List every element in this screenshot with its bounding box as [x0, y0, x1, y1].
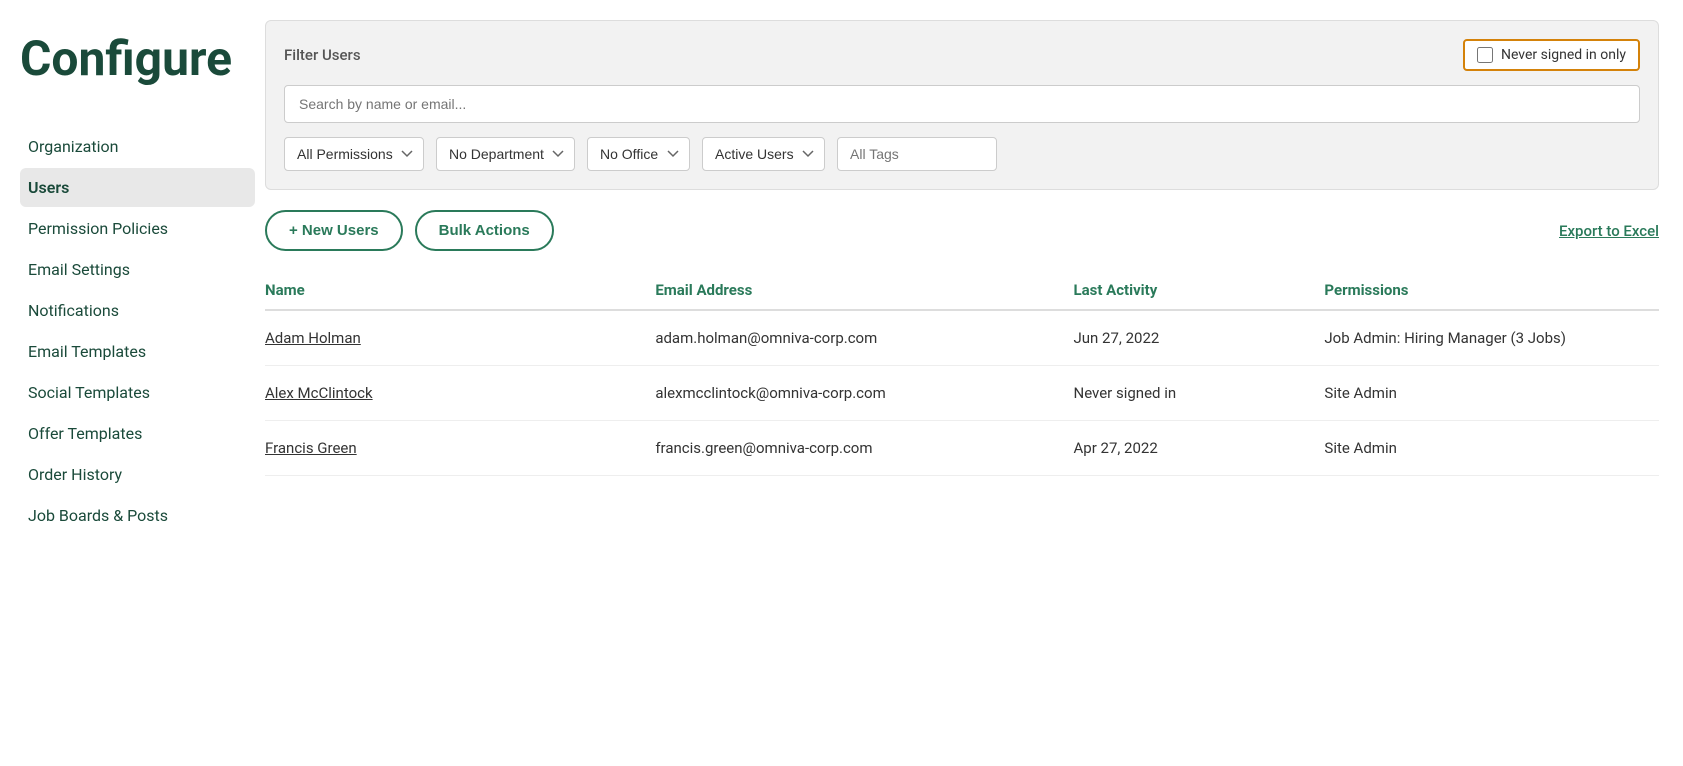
sidebar-item-organization[interactable]: Organization	[20, 127, 255, 166]
search-input[interactable]	[284, 85, 1640, 123]
cell-activity: Apr 27, 2022	[1074, 421, 1325, 476]
user-name-link[interactable]: Adam Holman	[265, 329, 361, 347]
tags-row	[837, 137, 997, 171]
sidebar-item-email-templates[interactable]: Email Templates	[20, 332, 255, 371]
sidebar-item-job-boards[interactable]: Job Boards & Posts	[20, 496, 255, 535]
action-bar-left: + New Users Bulk Actions	[265, 210, 554, 251]
filter-header: Filter Users Never signed in only	[284, 39, 1640, 71]
table-body: Adam Holman adam.holman@omniva-corp.com …	[265, 310, 1659, 476]
permissions-dropdown[interactable]: All Permissions	[284, 137, 424, 171]
never-signed-in-checkbox[interactable]: Never signed in only	[1463, 39, 1640, 71]
table-row: Francis Green francis.green@omniva-corp.…	[265, 421, 1659, 476]
cell-permissions: Site Admin	[1324, 366, 1659, 421]
page-title: Configure	[20, 20, 255, 87]
col-header-email: Email Address	[655, 271, 1073, 310]
bulk-actions-button[interactable]: Bulk Actions	[415, 210, 554, 251]
action-bar: + New Users Bulk Actions Export to Excel	[265, 210, 1659, 251]
table-row: Adam Holman adam.holman@omniva-corp.com …	[265, 310, 1659, 366]
table-row: Alex McClintock alexmcclintock@omniva-co…	[265, 366, 1659, 421]
table-header-row: Name Email Address Last Activity Permiss…	[265, 271, 1659, 310]
status-dropdown[interactable]: Active Users	[702, 137, 825, 171]
never-signed-in-input[interactable]	[1477, 47, 1493, 63]
tags-input[interactable]	[837, 137, 997, 171]
filter-dropdowns: All Permissions No Department No Office …	[284, 137, 1640, 171]
new-users-button[interactable]: + New Users	[265, 210, 403, 251]
sidebar-item-offer-templates[interactable]: Offer Templates	[20, 414, 255, 453]
sidebar-item-users[interactable]: Users	[20, 168, 255, 207]
cell-permissions: Job Admin: Hiring Manager (3 Jobs)	[1324, 310, 1659, 366]
col-header-name: Name	[265, 271, 655, 310]
filter-row-1: All Permissions No Department No Office …	[284, 137, 825, 171]
department-dropdown[interactable]: No Department	[436, 137, 575, 171]
office-dropdown[interactable]: No Office	[587, 137, 690, 171]
cell-email: adam.holman@omniva-corp.com	[655, 310, 1073, 366]
cell-name: Adam Holman	[265, 310, 655, 366]
sidebar-item-social-templates[interactable]: Social Templates	[20, 373, 255, 412]
cell-activity: Jun 27, 2022	[1074, 310, 1325, 366]
table-header: Name Email Address Last Activity Permiss…	[265, 271, 1659, 310]
user-name-link[interactable]: Francis Green	[265, 439, 357, 457]
cell-name: Francis Green	[265, 421, 655, 476]
col-header-activity: Last Activity	[1074, 271, 1325, 310]
cell-email: alexmcclintock@omniva-corp.com	[655, 366, 1073, 421]
cell-activity: Never signed in	[1074, 366, 1325, 421]
sidebar-item-order-history[interactable]: Order History	[20, 455, 255, 494]
cell-permissions: Site Admin	[1324, 421, 1659, 476]
cell-email: francis.green@omniva-corp.com	[655, 421, 1073, 476]
main-content: Filter Users Never signed in only All Pe…	[255, 0, 1683, 766]
sidebar-item-notifications[interactable]: Notifications	[20, 291, 255, 330]
sidebar: Configure OrganizationUsersPermission Po…	[0, 0, 255, 766]
sidebar-nav: OrganizationUsersPermission PoliciesEmai…	[20, 127, 255, 535]
user-name-link[interactable]: Alex McClintock	[265, 384, 373, 402]
sidebar-item-permission-policies[interactable]: Permission Policies	[20, 209, 255, 248]
col-header-permissions: Permissions	[1324, 271, 1659, 310]
filter-panel: Filter Users Never signed in only All Pe…	[265, 20, 1659, 190]
sidebar-item-email-settings[interactable]: Email Settings	[20, 250, 255, 289]
never-signed-in-label: Never signed in only	[1501, 47, 1626, 63]
export-to-excel-link[interactable]: Export to Excel	[1559, 222, 1659, 240]
users-table: Name Email Address Last Activity Permiss…	[265, 271, 1659, 476]
filter-title: Filter Users	[284, 46, 361, 64]
cell-name: Alex McClintock	[265, 366, 655, 421]
